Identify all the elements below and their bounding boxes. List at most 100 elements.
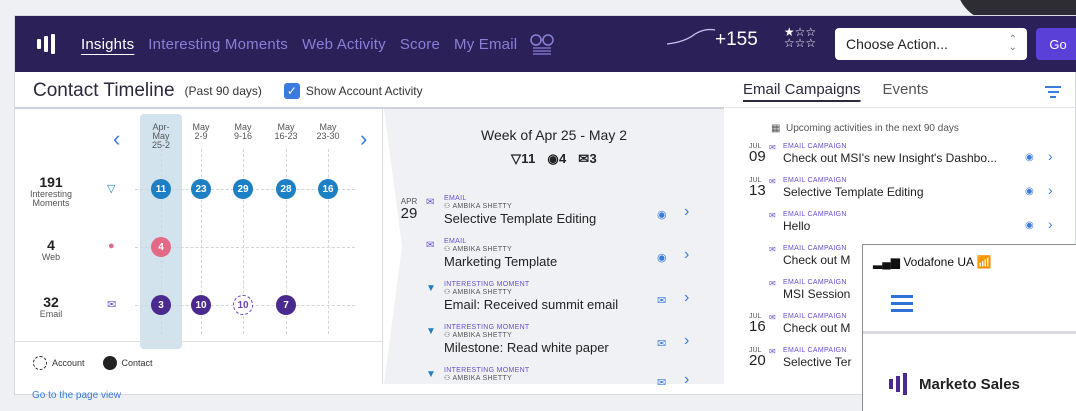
event-type: EMAIL [444,238,467,245]
email-icon: ✉ [769,177,776,186]
filter-icon[interactable] [1045,86,1061,101]
campaign-title: MSI Session [783,287,851,301]
event-contact: ⚇ AMBIKA SHETTY [444,375,512,382]
row-label-moments: 191 Interesting Moments [29,174,73,208]
email-dot[interactable]: 7 [276,295,296,315]
event-type: EMAIL [444,195,467,202]
chevron-right-icon[interactable]: › [684,289,689,307]
email-link-icon[interactable]: ✉ [657,294,666,307]
email-dot[interactable]: 10 [191,295,211,315]
week-label-5[interactable]: May 23-30 [313,123,343,141]
campaign-title: Selective Ter [783,355,852,369]
view-icon[interactable]: ◉ [657,208,667,221]
grid-vline [328,149,329,334]
view-icon[interactable]: ◉ [657,251,667,264]
moments-dot[interactable]: 16 [318,179,338,199]
top-navigation-bar: Insights Interesting Moments Web Activit… [15,16,1076,72]
tab-email-campaigns[interactable]: Email Campaigns [743,81,861,98]
view-icon[interactable]: ◉ [1025,152,1034,163]
event-contact: ⚇ AMBIKA SHETTY [444,246,512,253]
legend-divider [15,341,383,342]
email-icon: ✉ [769,143,776,152]
campaign-title: Check out MSI's new Insight's Dashbo... [783,151,998,165]
campaign-type: EMAIL CAMPAIGN [783,279,847,286]
app-name: Marketo Sales [919,375,1020,393]
chevron-right-icon[interactable]: › [684,332,689,350]
choose-action-value: Choose Action... [846,36,948,52]
tab-interesting-moments[interactable]: Interesting Moments [148,36,288,53]
campaign-title: Check out M [783,253,851,267]
event-item[interactable]: ▼ INTERESTING MOMENT ⚇ AMBIKA SHETTY ✉ › [422,367,722,389]
event-contact: ⚇ AMBIKA SHETTY [444,203,512,210]
event-title: Milestone: Read white paper [444,340,609,355]
event-title: Email: Received summit email [444,297,619,312]
web-stat: 4 [559,151,567,166]
tab-score[interactable]: Score [400,36,440,53]
row-label-web: 4 Web [41,237,61,262]
event-type: INTERESTING MOMENT [444,367,530,374]
moments-dot[interactable]: 23 [191,179,211,199]
event-date: APR 29 [400,197,418,222]
next-weeks-arrow-icon[interactable]: › [360,126,367,152]
event-item[interactable]: ▼ INTERESTING MOMENT ⚇ AMBIKA SHETTY Ema… [422,281,722,312]
go-to-page-view-link[interactable]: Go to the page view [32,390,121,401]
web-dot[interactable]: 4 [151,237,171,257]
moments-dot[interactable]: 29 [233,179,253,199]
week-stats: ▽11 ◉4 ✉3 [384,151,724,167]
email-icon: ✉ [769,279,776,288]
tab-events[interactable]: Events [883,81,929,98]
campaign-type: EMAIL CAMPAIGN [783,143,847,150]
email-dot[interactable]: 3 [151,295,171,315]
campaign-type: EMAIL CAMPAIGN [783,245,847,252]
tab-insights[interactable]: Insights [81,36,134,53]
week-label-2[interactable]: May 2-9 [186,123,216,141]
email-dot-account[interactable]: 10 [233,295,253,315]
legend-contact: Contact [121,358,153,368]
chevron-right-icon[interactable]: › [684,203,689,221]
prev-weeks-arrow-icon[interactable]: ‹ [113,126,120,152]
event-item[interactable]: ✉ EMAIL ⚇ AMBIKA SHETTY Marketing Templa… [422,238,722,269]
week-label-1[interactable]: Apr-May 25-2 [146,123,176,150]
moments-dot[interactable]: 11 [151,179,171,199]
event-type: INTERESTING MOMENT [444,281,530,288]
moments-stat-icon: ▽ [510,151,522,166]
row-label-email: 32 Email [39,294,63,319]
marketo-logo-icon [37,34,59,54]
view-icon[interactable]: ◉ [1025,186,1034,197]
tab-my-email[interactable]: My Email [454,36,517,53]
week-label-3[interactable]: May 9-16 [228,123,258,141]
wifi-icon: 📶 [976,255,992,269]
chevron-right-icon[interactable]: › [1048,216,1053,232]
web-dot-icon: ● [108,240,115,252]
chevron-right-icon[interactable]: › [1048,182,1053,198]
event-item[interactable]: ▼ INTERESTING MOMENT ⚇ AMBIKA SHETTY Mil… [422,324,722,355]
tab-web-activity[interactable]: Web Activity [302,36,386,53]
contact-legend-icon [102,356,117,370]
email-icon: ✉ [426,240,435,251]
screenshot-stage: Insights Interesting Moments Web Activit… [0,0,1076,411]
email-link-icon[interactable]: ✉ [657,376,666,389]
view-icon[interactable]: ◉ [1025,220,1034,231]
email-link-icon[interactable]: ✉ [657,337,666,350]
chevron-right-icon[interactable]: › [684,371,689,389]
select-chevron-icon: ⌃ ⌄ [1008,34,1017,53]
show-account-activity-label: Show Account Activity [305,84,423,98]
timeline-grid: ‹ › Apr-May 25-2 May 2-9 May 9-16 May 16-23 … [15,109,383,384]
choose-action-select[interactable]: Choose Action... ⌃ ⌄ [835,28,1027,60]
email-icon: ✉ [107,299,117,311]
timeline-subtitle: (Past 90 days) [184,84,262,98]
chevron-right-icon[interactable]: › [684,246,689,264]
show-account-activity-checkbox[interactable]: ✓ [283,83,300,99]
event-item[interactable]: ✉ EMAIL ⚇ AMBIKA SHETTY Selective Templa… [422,195,722,226]
moments-dot[interactable]: 28 [276,179,296,199]
phone-separator [863,331,1076,334]
top-nav-tabs: Insights Interesting Moments Web Activit… [81,36,517,53]
week-label-4[interactable]: May 16-23 [271,123,301,141]
glasses-icon[interactable] [529,33,555,55]
go-button[interactable]: Go [1036,28,1076,60]
email-icon: ✉ [769,245,776,254]
signal-bars-icon: ▂▄▆ [873,255,900,269]
campaigns-divider [725,107,1076,108]
chevron-right-icon[interactable]: › [1048,148,1053,164]
hamburger-menu-icon[interactable] [891,295,913,316]
